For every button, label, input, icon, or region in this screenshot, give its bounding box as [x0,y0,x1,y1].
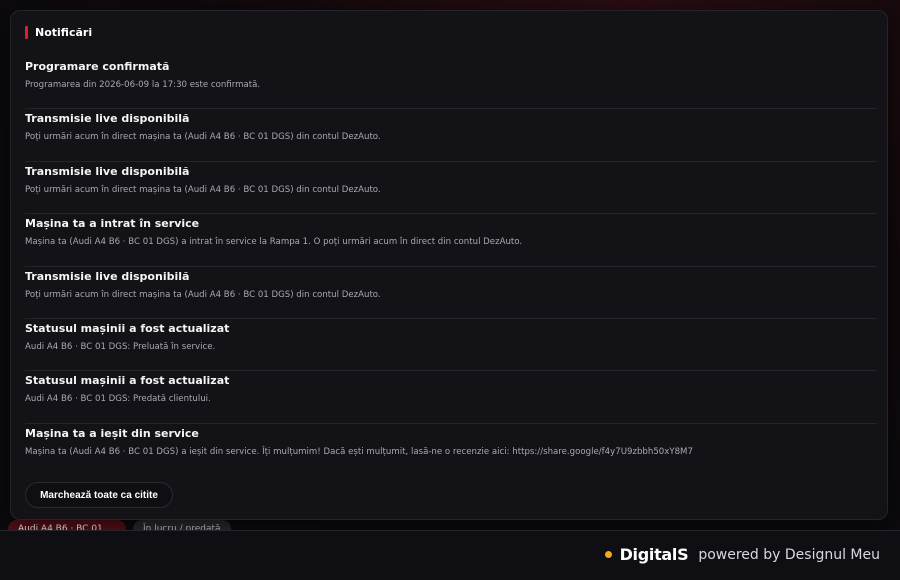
notification-body: Programarea din 2026-06-09 la 17:30 este… [25,80,261,90]
notification-title: Statusul mașinii a fost actualizat [25,374,230,388]
panel-header: Notificări [25,25,92,39]
notification-body: Poți urmări acum în direct mașina ta (Au… [25,132,381,143]
powered-by-text: powered by Designul Meu [698,546,880,563]
notification-item[interactable]: Mașina ta a intrat în service Mașina ta … [25,214,877,267]
notification-title: Transmisie live disponibilă [25,112,190,126]
notification-body: Poți urmări acum în direct mașina ta (Au… [25,289,381,300]
notification-item[interactable]: Transmisie live disponibilă Poți urmări … [25,162,877,215]
notification-title: Transmisie live disponibilă [25,269,190,283]
notification-body: Audi A4 B6 · BC 01 DGS: Predată clientul… [25,394,211,405]
notification-item[interactable]: Programare confirmată Programarea din 20… [25,57,877,110]
notification-title: Programare confirmată [25,60,170,73]
notifications-panel: Notificări Programare confirmată Program… [10,10,888,520]
brand-name: DigitalS [619,545,689,564]
notification-title: Mașina ta a intrat în service [25,217,200,231]
notification-body: Mașina ta (Audi A4 B6 · BC 01 DGS) a int… [25,237,523,248]
notification-item[interactable]: Mașina ta a ieșit din service Mașina ta … [25,424,877,476]
notification-body: Audi A4 B6 · BC 01 DGS: Preluată în serv… [25,341,216,352]
notification-body: Poți urmări acum în direct mașina ta (Au… [25,184,381,195]
brand[interactable]: DigitalS powered by Designul Meu [604,545,880,564]
notification-title: Mașina ta a ieșit din service [25,426,199,440]
panel-title: Notificări [35,25,93,39]
accent-bar [25,25,28,39]
notification-item[interactable]: Statusul mașinii a fost actualizat Audi … [25,319,877,372]
notification-title: Transmisie live disponibilă [25,164,190,178]
mark-all-read-button[interactable]: Marchează toate ca citite [25,482,173,508]
notification-item[interactable]: Transmisie live disponibilă Poți urmări … [25,267,877,319]
notification-list: Programare confirmată Programarea din 20… [25,57,877,476]
notification-title: Statusul mașinii a fost actualizat [25,321,230,335]
footer: DigitalS powered by Designul Meu [0,530,900,580]
brand-dot-icon [604,551,612,558]
notification-item[interactable]: Transmisie live disponibilă Poți urmări … [25,109,877,162]
notification-item[interactable]: Statusul mașinii a fost actualizat Audi … [25,371,877,424]
notification-body: Mașina ta (Audi A4 B6 · BC 01 DGS) a ieș… [25,446,693,457]
